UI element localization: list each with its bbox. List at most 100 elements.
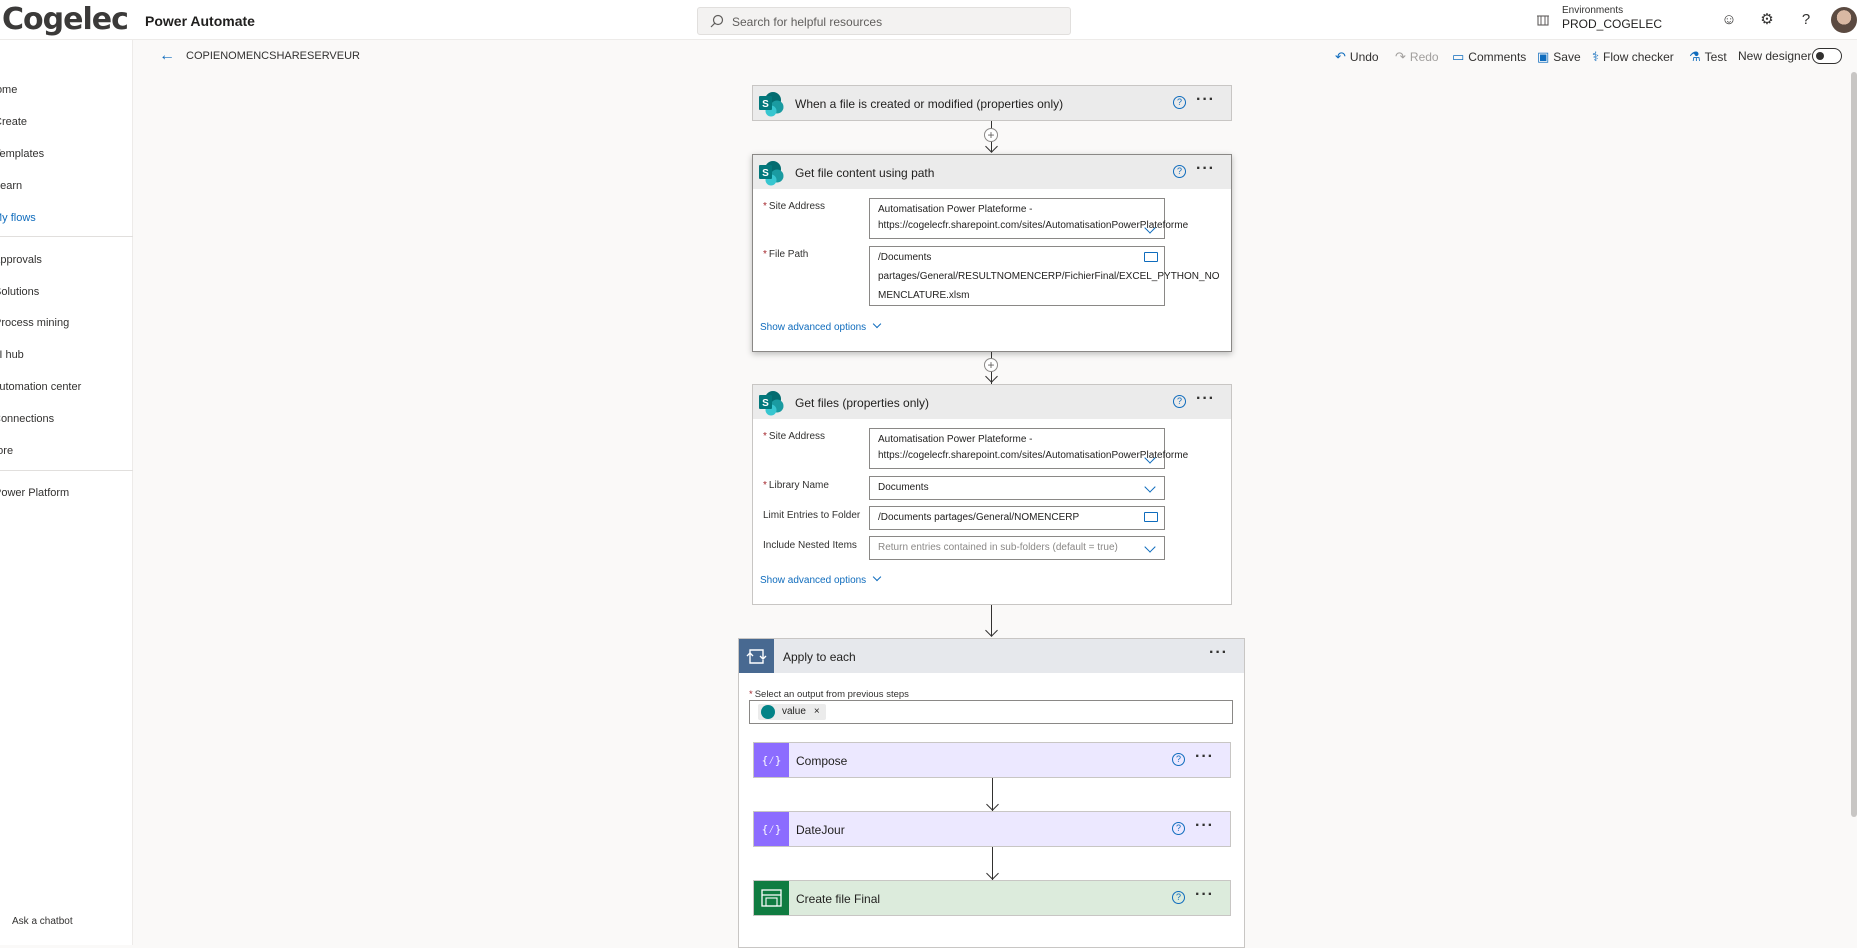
sidebar-item-create[interactable]: Create: [0, 116, 27, 128]
trigger-card[interactable]: S When a file is created or modified (pr…: [752, 85, 1232, 121]
flow-checker-button[interactable]: ⚕ Flow checker: [1592, 49, 1674, 65]
sidebar-item-solutions[interactable]: Solutions: [0, 286, 39, 298]
create-file-final-card[interactable]: Create file Final ? ···: [753, 880, 1231, 916]
select-output-input[interactable]: value ×: [749, 700, 1233, 724]
canvas-scrollbar[interactable]: [1851, 72, 1857, 817]
site-address-dropdown[interactable]: Automatisation Power Plateforme - https:…: [869, 428, 1188, 469]
limit-entries-value: /Documents partages/General/NOMENCERP: [878, 512, 1080, 523]
more-options-icon[interactable]: ···: [1195, 817, 1214, 835]
loop-icon: [739, 639, 774, 673]
sidebar-item-ai-hub[interactable]: AI hub: [0, 349, 24, 361]
close-icon[interactable]: ×: [814, 706, 820, 717]
chevron-down-icon: [872, 319, 882, 329]
site-address-dropdown[interactable]: Automatisation Power Plateforme - https:…: [869, 198, 1188, 239]
environment-icon[interactable]: [1536, 13, 1550, 30]
more-options-icon[interactable]: ···: [1196, 91, 1215, 109]
compose-card[interactable]: {⁄} Compose ? ···: [753, 742, 1231, 778]
help-icon[interactable]: ?: [1173, 395, 1186, 408]
save-button[interactable]: ▣ Save: [1537, 49, 1581, 65]
undo-button[interactable]: ↶ Undo: [1335, 49, 1379, 65]
chevron-down-icon: [872, 572, 882, 582]
sidebar-item-my-flows[interactable]: My flows: [0, 212, 36, 224]
sidebar-item-templates[interactable]: Templates: [0, 148, 44, 160]
more-options-icon[interactable]: ···: [1195, 748, 1214, 766]
nav-divider: [0, 470, 133, 471]
undo-label: Undo: [1349, 50, 1379, 64]
sidebar-item-automation-center[interactable]: Automation center: [0, 381, 81, 393]
comments-button[interactable]: ▭ Comments: [1452, 49, 1526, 65]
sharepoint-icon: S: [759, 391, 784, 416]
undo-icon: ↶: [1335, 49, 1346, 64]
show-advanced-options-link[interactable]: Show advanced options: [760, 319, 882, 333]
save-label: Save: [1553, 50, 1581, 64]
new-designer-toggle[interactable]: [1812, 48, 1842, 64]
sidebar-item-connections[interactable]: Connections: [0, 413, 54, 425]
environment-value[interactable]: PROD_COGELEC: [1562, 17, 1662, 31]
card-header[interactable]: S Get files (properties only) ? ···: [753, 385, 1231, 419]
get-files-card[interactable]: S Get files (properties only) ? ··· * Sit…: [752, 384, 1232, 605]
gear-icon[interactable]: ⚙: [1758, 11, 1776, 29]
sidebar-item-learn[interactable]: Learn: [0, 180, 22, 192]
back-arrow-icon[interactable]: ←: [159, 47, 175, 65]
sidebar-item-process-mining[interactable]: Process mining: [0, 317, 69, 329]
include-nested-dropdown[interactable]: Return entries contained in sub-folders …: [869, 536, 1165, 560]
get-file-content-card[interactable]: S Get file content using path ? ··· * Sit…: [752, 154, 1232, 352]
card-title: Compose: [796, 754, 848, 768]
more-options-icon[interactable]: ···: [1209, 644, 1228, 662]
cogelec-logo[interactable]: Cogelec: [2, 2, 129, 37]
card-header[interactable]: Apply to each ···: [739, 639, 1244, 673]
app-name[interactable]: Power Automate: [145, 13, 255, 29]
test-button[interactable]: ⚗ Test: [1689, 49, 1727, 65]
toggle-knob: [1816, 52, 1824, 60]
limit-entries-input[interactable]: /Documents partages/General/NOMENCERP: [869, 506, 1165, 530]
test-label: Test: [1704, 50, 1727, 64]
compose-icon: {⁄}: [754, 812, 789, 846]
sidebar-item-power-platform[interactable]: Power Platform: [0, 487, 69, 499]
redo-label: Redo: [1409, 50, 1439, 64]
redo-button[interactable]: ↷ Redo: [1395, 49, 1439, 65]
stethoscope-icon: ⚕: [1592, 49, 1600, 64]
more-options-icon[interactable]: ···: [1196, 160, 1215, 178]
card-header[interactable]: S When a file is created or modified (pr…: [753, 86, 1231, 120]
help-icon[interactable]: ?: [1172, 753, 1185, 766]
comment-icon: ▭: [1452, 49, 1465, 64]
more-options-icon[interactable]: ···: [1196, 390, 1215, 408]
search-icon: [710, 14, 724, 28]
card-header[interactable]: S Get file content using path ? ···: [753, 155, 1231, 189]
search-box[interactable]: Search for helpful resources: [697, 7, 1071, 35]
feedback-icon[interactable]: ☺: [1720, 11, 1738, 29]
folder-icon[interactable]: [1144, 252, 1158, 262]
help-icon[interactable]: ?: [1172, 822, 1185, 835]
sidebar-item-more[interactable]: More: [0, 445, 13, 457]
card-title: Create file Final: [796, 892, 881, 906]
connector-arrow-icon: [985, 370, 998, 383]
help-icon[interactable]: ?: [1172, 891, 1185, 904]
help-icon[interactable]: ?: [1797, 11, 1815, 29]
file-path-label: * File Path: [763, 249, 809, 260]
folder-icon[interactable]: [1144, 512, 1158, 522]
avatar[interactable]: [1831, 7, 1857, 33]
help-icon[interactable]: ?: [1173, 96, 1186, 109]
show-advanced-options-link[interactable]: Show advanced options: [760, 572, 882, 586]
search-input[interactable]: Search for helpful resources: [732, 15, 882, 29]
token-label: value: [782, 706, 806, 717]
top-bar: Cogelec Power Automate Search for helpfu…: [0, 0, 1857, 40]
file-path-input[interactable]: /Documents partages/General/RESULTNOMENC…: [869, 246, 1220, 306]
apply-to-each-container[interactable]: Apply to each ··· * Select an output from…: [738, 638, 1245, 948]
sharepoint-icon: S: [759, 92, 784, 117]
save-icon: ▣: [1537, 49, 1550, 64]
connector-arrow-icon: [986, 798, 999, 811]
flow-checker-label: Flow checker: [1603, 50, 1674, 64]
sidebar-item-approvals[interactable]: Approvals: [0, 254, 42, 266]
help-icon[interactable]: ?: [1173, 165, 1186, 178]
sidebar: Home Create Templates Learn My flows App…: [0, 40, 133, 945]
environment-label: Environments: [1562, 5, 1624, 16]
ask-chatbot-button[interactable]: Ask a chatbot: [12, 916, 73, 927]
library-name-dropdown[interactable]: Documents: [869, 476, 1165, 500]
more-options-icon[interactable]: ···: [1195, 886, 1214, 904]
datejour-card[interactable]: {⁄} DateJour ? ···: [753, 811, 1231, 847]
sharepoint-icon: [761, 705, 775, 719]
sidebar-item-home[interactable]: Home: [0, 84, 17, 96]
card-title: Get file content using path: [795, 166, 935, 180]
dynamic-content-token[interactable]: value ×: [758, 704, 826, 720]
